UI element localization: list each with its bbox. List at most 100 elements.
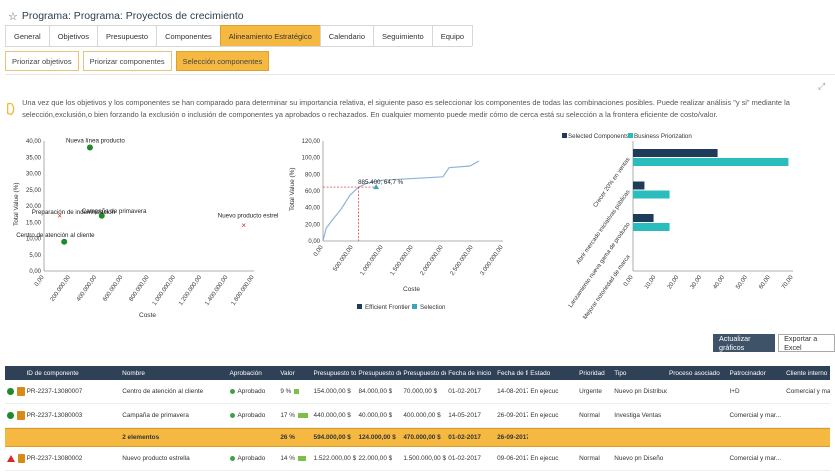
cell-text: Comercial y mar... xyxy=(729,455,782,462)
approved-icon xyxy=(229,413,235,418)
tab-0[interactable]: General xyxy=(5,25,50,46)
cell-total: 440.000,00 $ xyxy=(312,412,357,419)
cell-text: Normal xyxy=(579,412,600,419)
row-status xyxy=(5,387,25,396)
table-row[interactable]: PR-2237-13080002 Nuevo producto estrella A… xyxy=(5,447,830,471)
legend-swatch xyxy=(628,133,633,138)
grid-column-header[interactable]: Presupuesto de c... xyxy=(401,370,446,377)
point-label: Centro de atención al cliente xyxy=(16,232,95,239)
tab-1[interactable]: Objetivos xyxy=(48,25,98,46)
grid-column-header[interactable]: Tipo xyxy=(612,370,667,377)
grid-column-header[interactable]: Presupuesto de h... xyxy=(356,370,401,377)
x-tick-label: 30,00 xyxy=(690,274,704,290)
document-icon xyxy=(16,411,25,420)
x-tick-label: 40,00 xyxy=(713,274,727,290)
cell-text: Aprobado xyxy=(237,455,266,462)
point-label: Nuevo producto estrella xyxy=(218,213,278,220)
subtab-1[interactable]: Priorizar componentes xyxy=(82,51,172,71)
cell-text: 22.000,00 $ xyxy=(358,455,393,462)
cell-text: 01-02-2017 xyxy=(448,455,481,462)
status-green-icon xyxy=(7,412,14,419)
tab-7[interactable]: Equipo xyxy=(431,25,474,46)
export-excel-button[interactable]: Exportar a Excel xyxy=(778,334,835,352)
cell-text: I+D xyxy=(729,388,740,395)
cell-total: 594.000,00 $ xyxy=(312,434,357,441)
bar xyxy=(633,158,789,166)
cell-id: PR-2237-13080003 xyxy=(25,412,121,419)
y-tick-label: 80,00 xyxy=(305,172,321,178)
grid-column-header[interactable]: Cliente interno xyxy=(784,370,830,377)
selection-annotation: 885.400; 64,7 % xyxy=(358,179,404,186)
legend-swatch xyxy=(562,133,567,138)
update-charts-button[interactable]: Actualizar gráficos xyxy=(713,334,776,352)
cell-priority: Normal xyxy=(577,455,612,462)
cell-text: 9 % xyxy=(280,388,292,395)
grid-column-header[interactable]: Fecha de fin... xyxy=(495,370,528,377)
cell-text: 26-09-2017 xyxy=(497,434,529,441)
cell-text: 2 elementos xyxy=(122,434,160,441)
y-axis-label: Total Value (%) xyxy=(13,182,20,226)
cell-text: Aprobado xyxy=(237,388,266,395)
subtab-0[interactable]: Priorizar objetivos xyxy=(5,51,79,71)
cell-id: PR-2237-13080002 xyxy=(25,455,121,462)
objectives-bar-chart: Selected Components Business Priorization… xyxy=(545,125,825,337)
cell-start: 14-05-2017 xyxy=(446,412,495,419)
grid-header: ID de componente Nombre Aprobación Valor Pre… xyxy=(5,366,830,380)
star-icon[interactable]: ☆ xyxy=(8,10,18,23)
table-row[interactable]: PR-2237-13080003 Campaña de primavera Apro… xyxy=(5,404,830,428)
x-tick-label: 50,00 xyxy=(735,274,749,290)
grid-column-header[interactable]: Nombre xyxy=(120,370,227,377)
expand-icon[interactable]: ⤢ xyxy=(818,82,827,91)
cell-approval: Aprobado xyxy=(228,455,279,462)
scatter-point xyxy=(61,238,68,245)
table-row[interactable]: PR-2237-13080007 Centro de atención al cl… xyxy=(5,380,830,404)
x-tick-label: 600.000,00 xyxy=(102,274,125,303)
cell-text: Comercial y mar... xyxy=(729,412,782,419)
cell-text: Campaña de primavera xyxy=(122,412,189,419)
grid-column-header[interactable]: Valor xyxy=(278,370,311,377)
tab-5[interactable]: Calendario xyxy=(319,25,375,46)
cell-end: 09-06-2017 xyxy=(495,455,528,462)
value-bar xyxy=(297,456,306,461)
subtab-2[interactable]: Selección componentes xyxy=(175,51,270,71)
grid-column-header[interactable]: Presupuesto total xyxy=(311,370,356,377)
cell-text: 124.000,00 $ xyxy=(358,434,396,441)
grid-group-row[interactable]: 2 elementos 26 % 594.000,00 $ 124.000,00 $ 4… xyxy=(5,428,830,447)
tab-6[interactable]: Seguimiento xyxy=(373,25,433,46)
document-icon xyxy=(16,387,25,396)
grid-column-header[interactable]: Aprobación xyxy=(228,370,279,377)
grid-column-header[interactable]: Patrocinador xyxy=(728,370,785,377)
cell-text: Centro de atención al cliente xyxy=(122,388,204,395)
grid-column-header[interactable]: Prioridad xyxy=(577,370,612,377)
legend-label: Selection xyxy=(420,304,446,311)
y-tick-label: 40,00 xyxy=(26,139,42,145)
scatter-point: × xyxy=(241,221,246,230)
cell-text: En ejecuc xyxy=(530,388,559,395)
grid-column-header[interactable]: ID de componente xyxy=(25,370,121,377)
cell-text: Nuevo pn Distribución xyxy=(614,388,667,395)
value-bar xyxy=(294,389,300,394)
x-tick-label: 0,00 xyxy=(34,274,46,288)
x-tick-label: 0,00 xyxy=(313,244,325,258)
bar xyxy=(633,181,645,190)
y-tick-label: 40,00 xyxy=(305,206,321,212)
cell-text: En ejecuc xyxy=(530,412,559,419)
x-tick-label: 20,00 xyxy=(667,274,681,290)
tab-3[interactable]: Componentes xyxy=(156,25,221,46)
cell-text: 01-02-2017 xyxy=(448,434,481,441)
cell-value: 9 % xyxy=(278,388,311,395)
bar xyxy=(633,223,670,231)
grid-column-header[interactable]: Proceso asociado xyxy=(667,370,728,377)
tab-4[interactable]: Alineamiento Estratégico xyxy=(219,25,321,46)
cell-state: En ejecuc xyxy=(528,455,577,462)
divider xyxy=(5,74,835,75)
legend-swatch xyxy=(357,304,362,309)
cell-text: 14-08-2017 xyxy=(497,388,529,395)
x-tick-label: 1.000.000,00 xyxy=(360,244,385,277)
grid-column-header[interactable]: Fecha de inicio xyxy=(446,370,495,377)
grid-column-header[interactable]: Estado xyxy=(528,370,577,377)
x-tick-label: 2.000.000,00 xyxy=(420,244,445,277)
x-axis-label: Coste xyxy=(403,286,420,293)
tab-2[interactable]: Presupuesto xyxy=(96,25,158,46)
efficient-frontier-chart: 0,00 20,00 40,00 60,00 80,00 100,00 120,00 0,00… xyxy=(285,125,535,327)
